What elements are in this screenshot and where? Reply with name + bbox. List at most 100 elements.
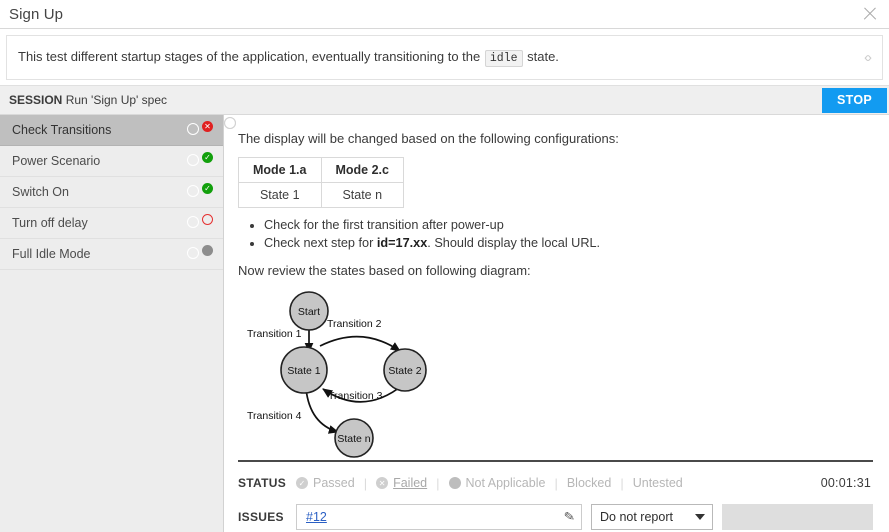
status-option-marker-icon — [448, 477, 461, 489]
status-separator: | — [554, 475, 558, 491]
elapsed-timer: 00:01:31 — [820, 476, 871, 490]
report-select[interactable]: Do not report — [591, 504, 713, 530]
code-view-icon[interactable]: ‹› — [864, 49, 872, 66]
status-separator: | — [363, 475, 368, 491]
sidebar-item-label: Turn off delay — [12, 216, 88, 230]
status-option-label: Not Applicable — [465, 476, 546, 490]
description-box: This test different startup stages of th… — [6, 35, 883, 80]
content-scroll-area[interactable]: The display will be changed based on the… — [238, 115, 873, 460]
sidebar-item-label: Full Idle Mode — [12, 247, 91, 261]
step-status-icons: ✕ — [187, 121, 213, 139]
checks-list: Check for the first transition after pow… — [238, 216, 873, 252]
step-status-icons: ✓ — [187, 183, 213, 201]
edge-label-transition-1: Transition 1 — [247, 328, 302, 340]
status-row: STATUS ✓ Passed | ✕ Failed | Not Applicable | Bl… — [224, 117, 873, 496]
step-selector-ring-icon[interactable] — [187, 247, 199, 259]
table-header-cell: Mode 2.c — [320, 157, 404, 183]
table-header-row: Mode 1.a Mode 2.c — [238, 157, 404, 183]
session-name: Run 'Sign Up' spec — [65, 93, 168, 107]
step-selector-ring-icon[interactable] — [187, 123, 199, 135]
status-option-label: Passed — [313, 476, 355, 490]
state-diagram-svg: Start State 1 State 2 State n Transition… — [247, 291, 427, 458]
submit-issue-button[interactable] — [722, 504, 873, 530]
sidebar-item-full-idle-mode[interactable]: Full Idle Mode — [0, 239, 223, 270]
status-footer: STATUS ✓ Passed | ✕ Failed | Not Applicable | Bl… — [224, 117, 873, 532]
edge-label-transition-2: Transition 2 — [327, 318, 382, 330]
sidebar-item-label: Switch On — [12, 185, 69, 199]
node-label-state1: State 1 — [287, 365, 320, 377]
status-option-label: Blocked — [566, 476, 612, 490]
table-cell: State n — [320, 182, 404, 208]
status-option-label: Failed — [393, 476, 428, 490]
table-header-cell: Mode 1.a — [238, 157, 322, 183]
body-split: Check Transitions ✕ Power Scenario ✓ Switch … — [0, 115, 889, 532]
steps-sidebar: Check Transitions ✕ Power Scenario ✓ Switch … — [0, 115, 224, 532]
sidebar-item-label: Power Scenario — [12, 154, 101, 168]
list-item: Check for the first transition after pow… — [264, 216, 873, 234]
step-selector-ring-icon[interactable] — [187, 185, 199, 197]
status-separator: | — [620, 475, 624, 491]
step-status-icons — [187, 245, 213, 263]
main-content: The display will be changed based on the… — [224, 115, 889, 532]
table-row: State 1 State n — [238, 182, 404, 208]
status-separator: | — [436, 475, 440, 491]
session-info: SESSION Run 'Sign Up' spec — [9, 93, 167, 107]
step-status-icons — [187, 214, 213, 232]
diagram-intro: Now review the states based on following… — [238, 263, 531, 278]
table-cell: State 1 — [238, 182, 322, 208]
description-text: This test different startup stages of th… — [18, 48, 559, 68]
page-title: Sign Up — [9, 5, 64, 23]
status-options: ✓ Passed | ✕ Failed | Not Applicable | Blocked | U… — [224, 117, 683, 491]
step-status-passed-icon: ✓ — [202, 152, 213, 163]
pencil-icon[interactable]: ✎ — [563, 508, 576, 525]
step-status-blocked-icon — [202, 214, 213, 225]
sidebar-item-switch-on[interactable]: Switch On ✓ — [0, 177, 223, 208]
sidebar-item-turn-off-delay[interactable]: Turn off delay — [0, 208, 223, 239]
node-label-staten: State n — [337, 433, 370, 445]
close-icon[interactable] — [861, 5, 879, 23]
issue-link[interactable]: #12 — [306, 510, 327, 524]
list-item-text-after: . Should display the local URL. — [427, 236, 601, 250]
status-option-label: Untested — [632, 476, 683, 490]
edge-label-transition-4: Transition 4 — [247, 410, 302, 422]
state-diagram: Start State 1 State 2 State n Transition… — [244, 289, 873, 460]
description-panel: This test different startup stages of th… — [0, 29, 889, 85]
issues-label: ISSUES — [238, 510, 284, 524]
status-option-marker-icon — [224, 117, 236, 129]
stop-button[interactable]: STOP — [822, 87, 887, 113]
config-table: Mode 1.a Mode 2.c State 1 State n — [238, 157, 404, 208]
node-label-state2: State 2 — [388, 365, 421, 377]
session-label: SESSION — [9, 93, 63, 107]
status-option-failed[interactable]: ✕ Failed — [376, 476, 427, 490]
session-bar: SESSION Run 'Sign Up' spec STOP — [0, 85, 889, 115]
step-selector-ring-icon[interactable] — [187, 154, 199, 166]
step-status-icons: ✓ — [187, 152, 213, 170]
inline-code-idle: idle — [484, 49, 523, 67]
report-select-value: Do not report — [600, 510, 673, 524]
sidebar-item-check-transitions[interactable]: Check Transitions ✕ — [0, 115, 223, 146]
edge-label-transition-3: Transition 3 — [328, 390, 383, 402]
status-option-untested[interactable]: Untested — [224, 117, 683, 490]
step-status-untested-icon — [202, 245, 213, 256]
issues-input[interactable]: #12 ✎ — [296, 504, 582, 530]
node-label-start: Start — [298, 306, 320, 318]
description-text-before: This test different startup stages of th… — [18, 48, 481, 64]
list-item-text: Check next step for — [264, 236, 377, 250]
description-text-after: state. — [527, 48, 559, 64]
status-option-marker-icon: ✕ — [376, 477, 389, 489]
status-label: STATUS — [238, 476, 287, 490]
chevron-down-icon — [695, 514, 705, 520]
sidebar-item-power-scenario[interactable]: Power Scenario ✓ — [0, 146, 223, 177]
sidebar-item-label: Check Transitions — [12, 123, 112, 137]
status-option-not-applicable[interactable]: Not Applicable — [448, 476, 546, 490]
step-status-passed-icon: ✓ — [202, 183, 213, 194]
step-status-failed-icon: ✕ — [202, 121, 213, 132]
list-item-text: Check for the first transition after pow… — [264, 218, 504, 232]
window-titlebar: Sign Up — [0, 0, 889, 29]
step-selector-ring-icon[interactable] — [187, 216, 199, 228]
list-item: Check next step for id=17.xx. Should dis… — [264, 234, 873, 252]
edge-transition-2 — [319, 335, 401, 352]
status-option-blocked[interactable]: Blocked — [224, 117, 612, 490]
status-option-passed[interactable]: ✓ Passed — [296, 476, 355, 490]
status-option-marker-icon: ✓ — [296, 477, 308, 489]
